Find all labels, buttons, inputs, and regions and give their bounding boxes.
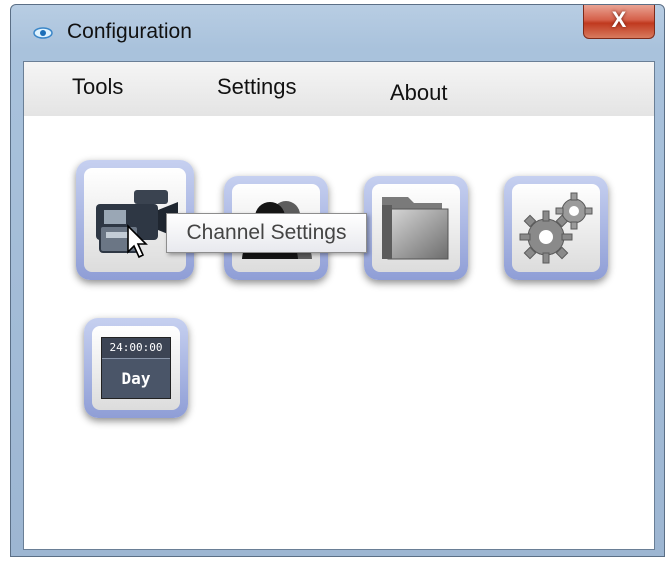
clock-day-icon: 24:00:00 Day [101, 337, 171, 399]
system-settings-tile[interactable] [504, 176, 608, 280]
clock-text: 24:00:00 [102, 338, 170, 359]
close-button[interactable]: X [583, 5, 655, 39]
configuration-window: Configuration X Tools Settings About 24:… [10, 4, 665, 557]
menu-about[interactable]: About [390, 80, 448, 106]
client-area: Tools Settings About 24:00:00 Day [23, 61, 655, 550]
tooltip: Channel Settings [166, 213, 367, 253]
day-text: Day [121, 369, 151, 388]
folder-tile[interactable] [364, 176, 468, 280]
gears-icon [519, 192, 593, 264]
window-title: Configuration [67, 20, 192, 43]
mouse-cursor-icon [127, 224, 148, 259]
close-icon: X [611, 7, 627, 32]
menu-tools[interactable]: Tools [72, 74, 123, 100]
app-eye-icon [33, 27, 53, 39]
menu-bar: Tools Settings About [24, 62, 654, 116]
folder-icon [382, 197, 449, 260]
menu-settings[interactable]: Settings [217, 74, 297, 100]
title-bar[interactable]: Configuration X [11, 5, 664, 61]
day-schedule-tile[interactable]: 24:00:00 Day [84, 318, 188, 418]
